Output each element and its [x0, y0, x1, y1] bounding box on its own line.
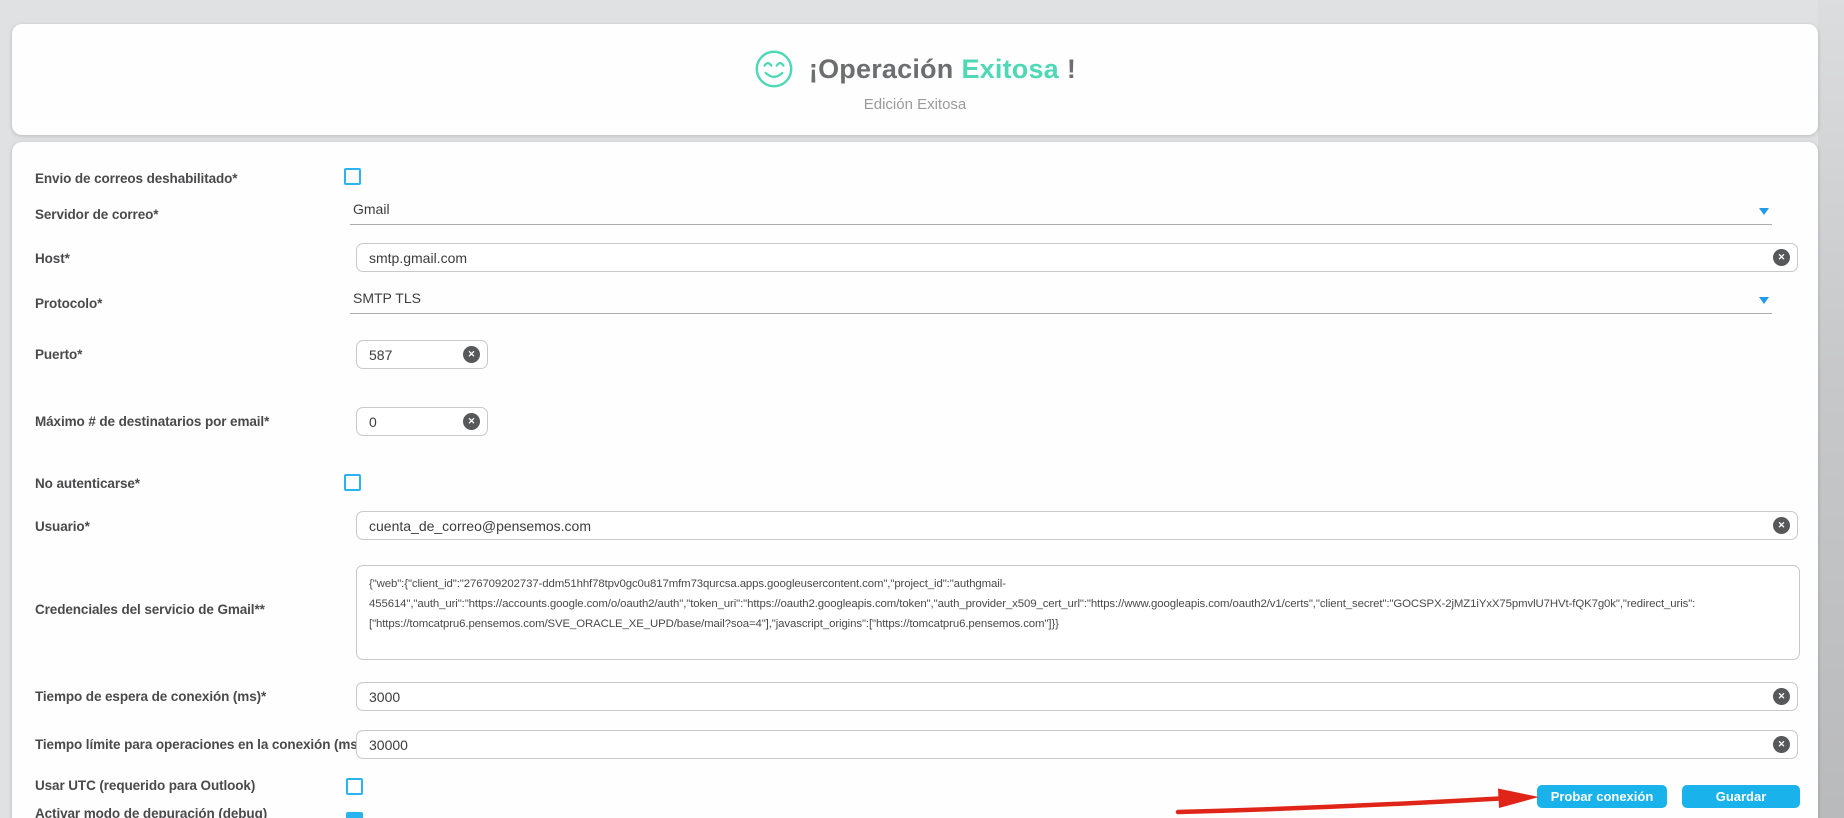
chevron-down-icon[interactable] — [1759, 208, 1769, 215]
field-label-use-utc: Usar UTC (requerido para Outlook) — [35, 778, 255, 793]
test-connection-button[interactable]: Probar conexión — [1537, 785, 1667, 808]
op-timeout-input[interactable] — [356, 730, 1798, 759]
disable-send-checkbox[interactable] — [344, 168, 361, 185]
credentials-textarea[interactable]: {"web":{"client_id":"276709202737-ddm51h… — [356, 565, 1800, 660]
conn-timeout-input[interactable] — [356, 682, 1798, 711]
field-label-protocol: Protocolo* — [35, 296, 102, 311]
cutoff-row-checkbox[interactable] — [346, 812, 363, 818]
smiley-icon — [754, 49, 794, 89]
field-label-credentials: Credenciales del servicio de Gmail** — [35, 602, 265, 617]
clear-icon[interactable]: ✕ — [463, 413, 480, 430]
clear-icon[interactable]: ✕ — [1773, 517, 1790, 534]
server-select-value: Gmail — [350, 198, 1772, 217]
page-subtitle: Edición Exitosa — [12, 96, 1818, 113]
page-title: ¡OperaciónExitosa! — [809, 54, 1076, 85]
field-label-server: Servidor de correo* — [35, 207, 158, 222]
clear-icon[interactable]: ✕ — [1773, 736, 1790, 753]
email-config-page: ¡OperaciónExitosa! Edición Exitosa Envio… — [0, 0, 1844, 818]
field-label-user: Usuario* — [35, 519, 90, 534]
field-label-no-auth: No autenticarse* — [35, 476, 140, 491]
clear-icon[interactable]: ✕ — [1773, 688, 1790, 705]
max-recipients-field: ✕ — [356, 407, 488, 436]
field-label-max-recipients: Máximo # de destinatarios por email* — [35, 414, 269, 429]
right-edge-shadow — [1818, 0, 1844, 818]
host-field: ✕ — [356, 243, 1798, 272]
user-field: ✕ — [356, 511, 1798, 540]
protocol-select[interactable]: SMTP TLS — [350, 287, 1772, 314]
clear-icon[interactable]: ✕ — [1773, 249, 1790, 266]
conn-timeout-field: ✕ — [356, 682, 1798, 711]
field-label-disable-send: Envio de correos deshabilitado* — [35, 171, 237, 186]
server-select[interactable]: Gmail — [350, 198, 1772, 225]
use-utc-checkbox[interactable] — [346, 778, 363, 795]
clear-icon[interactable]: ✕ — [463, 346, 480, 363]
port-field: ✕ — [356, 340, 488, 369]
field-label-cutoff: Activar modo de depuración (debug) — [35, 806, 267, 818]
no-auth-checkbox[interactable] — [344, 474, 361, 491]
success-message-card: ¡OperaciónExitosa! Edición Exitosa — [12, 24, 1818, 135]
field-label-conn-timeout: Tiempo de espera de conexión (ms)* — [35, 689, 266, 704]
op-timeout-field: ✕ — [356, 730, 1798, 759]
success-title-row: ¡OperaciónExitosa! — [12, 24, 1818, 89]
field-label-op-timeout: Tiempo límite para operaciones en la con… — [35, 737, 367, 752]
protocol-select-value: SMTP TLS — [350, 287, 1772, 306]
user-input[interactable] — [356, 511, 1798, 540]
save-button[interactable]: Guardar — [1682, 785, 1800, 808]
field-label-port: Puerto* — [35, 347, 82, 362]
host-input[interactable] — [356, 243, 1798, 272]
chevron-down-icon[interactable] — [1759, 297, 1769, 304]
field-label-host: Host* — [35, 251, 70, 266]
